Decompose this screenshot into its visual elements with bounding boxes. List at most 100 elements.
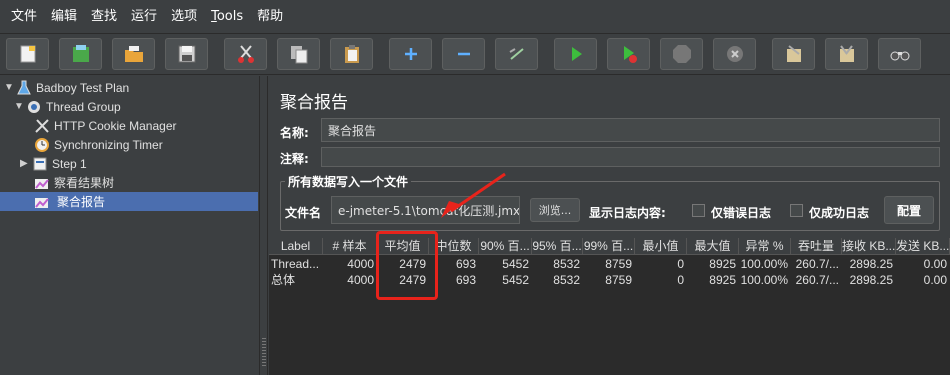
tree-item-label: Badboy Test Plan xyxy=(36,80,130,95)
success-only-checkbox[interactable] xyxy=(790,204,803,217)
tree-item-label: Step 1 xyxy=(52,156,87,171)
tree-item-step-1[interactable]: ▶ Step 1 xyxy=(20,154,87,173)
column-header[interactable]: 吞吐量 xyxy=(791,238,842,254)
tree-item-cookie-manager[interactable]: HTTP Cookie Manager xyxy=(34,116,177,135)
table-row[interactable]: 总体 4000 2479 693 5452 8532 8759 0 8925 1… xyxy=(269,272,950,288)
table-cell: 8925 xyxy=(709,273,736,287)
table-cell: 2898.25 xyxy=(849,273,893,287)
annotation-highlight-box xyxy=(376,231,438,300)
search-button[interactable] xyxy=(878,38,921,70)
save-icon xyxy=(178,45,195,63)
table-cell: 5452 xyxy=(502,257,529,271)
listener-icon xyxy=(34,175,50,191)
menu-search[interactable]: 查找 xyxy=(84,0,124,33)
collapse-icon xyxy=(457,52,470,56)
menu-options[interactable]: 选项 xyxy=(164,0,204,33)
splitter-grip[interactable] xyxy=(262,338,266,368)
start-button[interactable] xyxy=(554,38,597,70)
start-no-pauses-button[interactable] xyxy=(607,38,650,70)
name-field[interactable]: 聚合报告 xyxy=(321,118,940,142)
paste-icon xyxy=(344,45,359,63)
column-header[interactable]: 最小值 xyxy=(635,238,687,254)
column-header[interactable]: 最大值 xyxy=(687,238,739,254)
stop-icon xyxy=(672,45,691,63)
new-button[interactable] xyxy=(6,38,49,70)
column-header[interactable]: 发送 KB... xyxy=(896,238,950,254)
copy-button[interactable] xyxy=(277,38,320,70)
table-cell: 2898.25 xyxy=(849,257,893,271)
table-row[interactable]: Thread... 4000 2479 693 5452 8532 8759 0… xyxy=(269,256,950,272)
table-cell: 0.00 xyxy=(923,273,947,287)
stop-button[interactable] xyxy=(660,38,703,70)
table-cell: 8925 xyxy=(709,257,736,271)
aggregate-report-panel: 聚合报告 名称: 聚合报告 注释: 所有数据写入一个文件 文件名 e-jmete… xyxy=(269,76,950,375)
cut-button[interactable] xyxy=(224,38,267,70)
table-cell: 8532 xyxy=(553,257,580,271)
tree-item-thread-group[interactable]: ▼ Thread Group xyxy=(14,97,121,116)
clear-button[interactable] xyxy=(772,38,815,70)
name-label: 名称: xyxy=(280,126,309,140)
column-header[interactable]: 异常 % xyxy=(739,238,791,254)
menu-help[interactable]: 帮助 xyxy=(250,0,290,33)
errors-only-label: 仅错误日志 xyxy=(711,206,772,220)
table-cell: 8532 xyxy=(553,273,580,287)
configure-button[interactable]: 配置 xyxy=(884,196,934,224)
collapse-arrow-icon[interactable]: ▼ xyxy=(4,82,16,93)
expand-icon xyxy=(404,48,417,60)
menu-file[interactable]: 文件 xyxy=(4,0,44,33)
step-icon xyxy=(32,156,48,172)
menu-run[interactable]: 运行 xyxy=(124,0,164,33)
menu-tools[interactable]: Tools xyxy=(204,0,250,33)
toolbar xyxy=(0,33,950,75)
collapse-button[interactable] xyxy=(442,38,485,70)
errors-only-checkbox[interactable] xyxy=(692,204,705,217)
column-header[interactable]: 95% 百... xyxy=(532,238,583,254)
tree-item-view-results[interactable]: 察看结果树 xyxy=(34,173,114,192)
table-cell: 0.00 xyxy=(923,257,947,271)
expand-arrow-icon[interactable]: ▶ xyxy=(20,158,32,169)
table-cell: 100.00% xyxy=(740,257,788,271)
table-cell: 0 xyxy=(677,273,684,287)
save-button[interactable] xyxy=(165,38,208,70)
tools-icon xyxy=(34,118,50,134)
splitter[interactable] xyxy=(260,76,268,375)
menu-edit[interactable]: 编辑 xyxy=(44,0,84,33)
table-cell: 8759 xyxy=(605,273,632,287)
annotation-arrow-icon xyxy=(441,172,506,218)
table-cell: 5452 xyxy=(502,273,529,287)
table-cell: 总体 xyxy=(271,273,296,287)
table-header: Label # 样本 平均值 中位数 90% 百... 95% 百... 99%… xyxy=(269,237,950,255)
clear-icon xyxy=(786,45,801,62)
file-group-title: 所有数据写入一个文件 xyxy=(285,173,412,190)
column-header[interactable]: 99% 百... xyxy=(583,238,635,254)
table-cell: 0 xyxy=(677,257,684,271)
clear-all-button[interactable] xyxy=(825,38,868,70)
templates-button[interactable] xyxy=(59,38,102,70)
listener-icon xyxy=(34,194,50,210)
column-header[interactable]: Label xyxy=(269,238,323,254)
copy-icon xyxy=(290,46,307,64)
filename-label: 文件名 xyxy=(285,206,322,220)
browse-button[interactable]: 浏览... xyxy=(530,198,580,222)
tree-item-aggregate-report[interactable]: 聚合报告 xyxy=(0,192,258,211)
column-header[interactable]: 接收 KB... xyxy=(842,238,896,254)
tree-item-sync-timer[interactable]: Synchronizing Timer xyxy=(34,135,163,154)
collapse-arrow-icon[interactable]: ▼ xyxy=(14,101,26,112)
table-cell: 260.7/... xyxy=(795,257,839,271)
tree-item-test-plan[interactable]: ▼ Badboy Test Plan xyxy=(4,78,129,97)
expand-button[interactable] xyxy=(389,38,432,70)
column-header[interactable]: # 样本 xyxy=(323,238,377,254)
test-plan-icon xyxy=(16,80,32,96)
timer-icon xyxy=(34,137,50,153)
open-button[interactable] xyxy=(112,38,155,70)
table-cell: 100.00% xyxy=(740,273,788,287)
paste-button[interactable] xyxy=(330,38,373,70)
shutdown-button[interactable] xyxy=(713,38,756,70)
search-icon xyxy=(890,51,909,61)
clear-all-icon xyxy=(839,45,854,62)
toggle-button[interactable] xyxy=(495,38,538,70)
test-plan-tree: ▼ Badboy Test Plan ▼ Thread Group HTTP C… xyxy=(0,76,260,375)
tree-item-label: Thread Group xyxy=(46,99,121,114)
comment-field[interactable] xyxy=(321,147,940,167)
column-header[interactable]: 90% 百... xyxy=(479,238,532,254)
